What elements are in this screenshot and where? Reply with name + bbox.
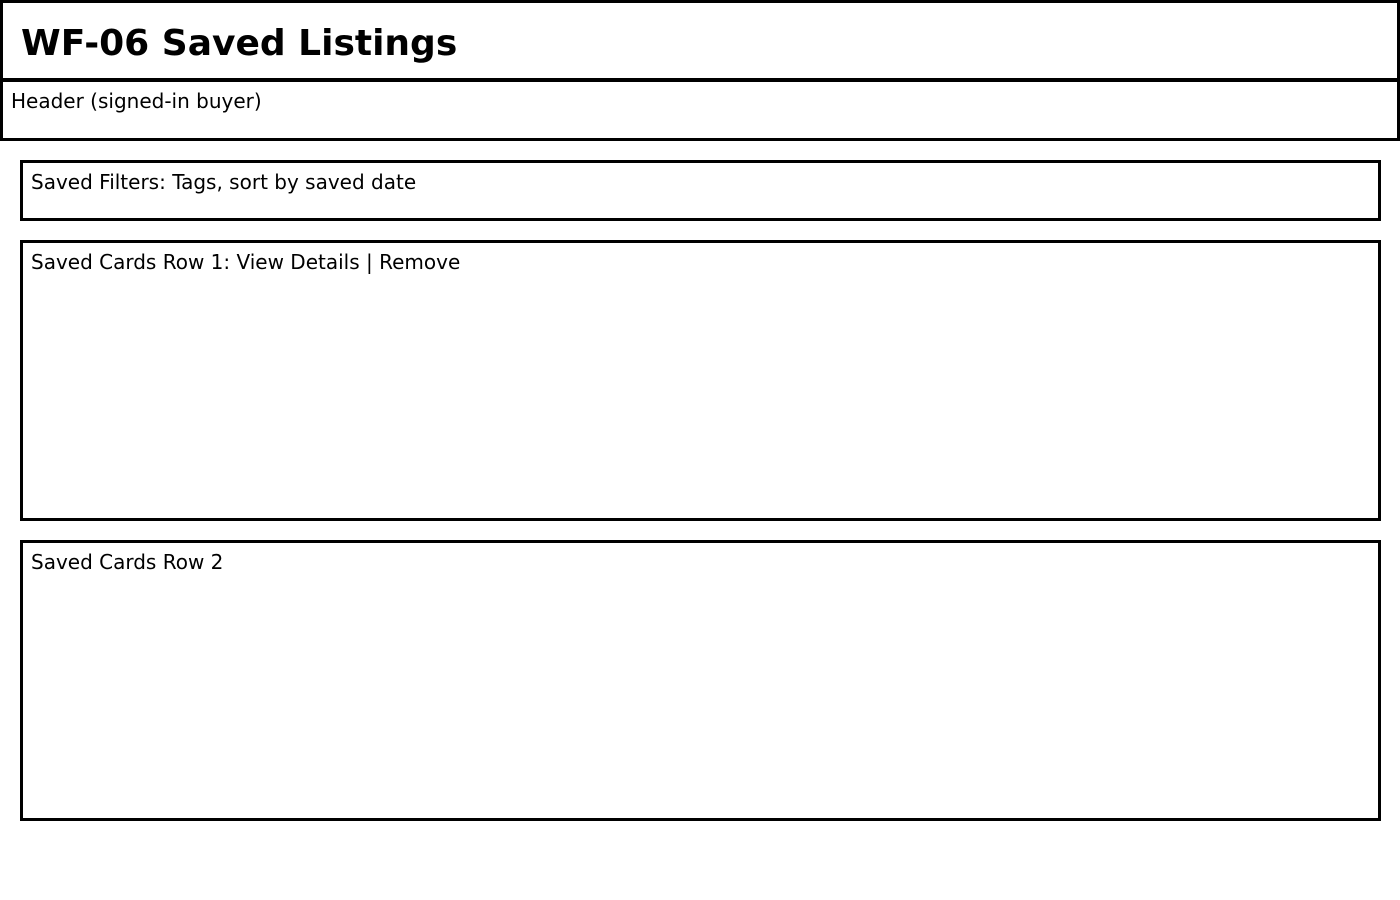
title-bar: WF-06 Saved Listings (0, 0, 1400, 81)
page-title: WF-06 Saved Listings (21, 23, 458, 64)
header-region-label: Header (signed-in buyer) (11, 89, 262, 113)
saved-cards-row-1-label: Saved Cards Row 1: View Details | Remove (31, 250, 461, 274)
saved-filters-label: Saved Filters: Tags, sort by saved date (31, 170, 417, 194)
saved-cards-row-2-label: Saved Cards Row 2 (31, 550, 224, 574)
saved-filters-region: Saved Filters: Tags, sort by saved date (20, 160, 1381, 221)
saved-cards-row-2: Saved Cards Row 2 (20, 540, 1381, 821)
header-region: Header (signed-in buyer) (0, 79, 1400, 141)
saved-cards-row-1: Saved Cards Row 1: View Details | Remove (20, 240, 1381, 521)
